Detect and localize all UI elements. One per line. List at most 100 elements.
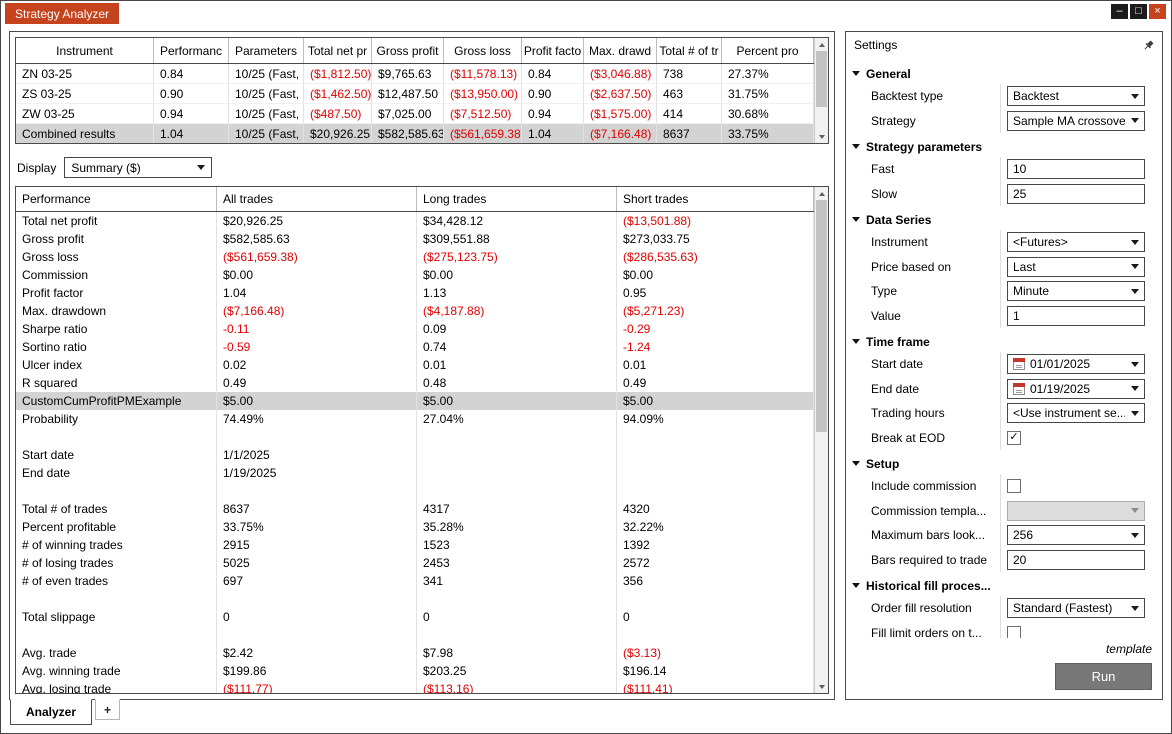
close-button[interactable]: ×: [1149, 4, 1166, 19]
table-row[interactable]: # of losing trades 5025 2453 2572: [16, 554, 814, 572]
settings-section-setup[interactable]: Setup: [852, 453, 1152, 474]
cell: 30.68%: [722, 104, 814, 124]
column-header[interactable]: Max. drawd: [584, 38, 657, 63]
table-header-row: Performance All trades Long trades Short tr…: [16, 187, 814, 212]
table-row[interactable]: Avg. winning trade $199.86 $203.25 $196.14: [16, 662, 814, 680]
template-link[interactable]: template: [1106, 642, 1152, 656]
column-header[interactable]: Parameters: [229, 38, 304, 63]
table-row[interactable]: CustomCumProfitPMExample $5.00 $5.00 $5.00: [16, 392, 814, 410]
settings-section-historical-fill-proces[interactable]: Historical fill proces...: [852, 575, 1152, 596]
scroll-up-button[interactable]: [815, 187, 828, 200]
price-based-on-dropdown[interactable]: Last: [1007, 256, 1145, 277]
run-button[interactable]: Run: [1055, 663, 1152, 690]
value-input[interactable]: 1: [1007, 305, 1145, 326]
column-header[interactable]: Total # of tr: [657, 38, 722, 63]
settings-section-data-series[interactable]: Data Series: [852, 209, 1152, 230]
table-row[interactable]: # of winning trades 2915 1523 1392: [16, 536, 814, 554]
break-at-eod-checkbox[interactable]: ✓: [1007, 430, 1021, 445]
scroll-down-button[interactable]: [815, 130, 828, 143]
start-date-picker[interactable]: 01/01/2025: [1007, 354, 1145, 375]
include-commission-checkbox[interactable]: [1007, 479, 1021, 494]
trading-hours-dropdown[interactable]: <Use instrument se...: [1007, 403, 1145, 424]
table-row[interactable]: Gross loss ($561,659.38) ($275,123.75) ($28…: [16, 248, 814, 266]
type-dropdown[interactable]: Minute: [1007, 281, 1145, 302]
slow-input[interactable]: 25: [1007, 183, 1145, 204]
tab-analyzer[interactable]: Analyzer: [10, 699, 93, 725]
end-date-picker[interactable]: 01/19/2025: [1007, 378, 1145, 399]
vertical-scrollbar[interactable]: [814, 187, 828, 693]
table-row[interactable]: Commission $0.00 $0.00 $0.00: [16, 266, 814, 284]
fill-limit-orders-checkbox[interactable]: [1007, 625, 1021, 638]
cell: -0.11: [217, 320, 417, 338]
scrollbar-thumb[interactable]: [816, 200, 827, 432]
arrow-up-icon: [818, 191, 825, 196]
cell: [617, 446, 814, 464]
add-tab-button[interactable]: +: [95, 699, 121, 720]
strategy-dropdown[interactable]: Sample MA crossover: [1007, 110, 1145, 131]
column-header[interactable]: Long trades: [417, 187, 617, 211]
scrollbar-thumb[interactable]: [816, 51, 827, 107]
display-dropdown-value: Summary ($): [71, 160, 141, 175]
table-row[interactable]: ZS 03-25 0.90 10/25 (Fast, ($1,462.50) $12,4…: [16, 84, 814, 104]
column-header[interactable]: Performance: [16, 187, 217, 211]
column-header[interactable]: Total net pr: [304, 38, 372, 63]
column-header[interactable]: Percent pro: [722, 38, 814, 63]
table-row[interactable]: Probability 74.49% 27.04% 94.09%: [16, 410, 814, 428]
table-row[interactable]: Avg. losing trade ($111.77) ($113.16) ($111…: [16, 680, 814, 693]
table-row[interactable]: Avg. trade $2.42 $7.98 ($3.13): [16, 644, 814, 662]
settings-section-general[interactable]: General: [852, 63, 1152, 84]
table-row[interactable]: Total # of trades 8637 4317 4320: [16, 500, 814, 518]
pin-icon[interactable]: [1143, 40, 1154, 51]
minimize-button[interactable]: –: [1111, 4, 1128, 19]
bars-required-to-trade-input[interactable]: 20: [1007, 549, 1145, 570]
table-row[interactable]: Ulcer index 0.02 0.01 0.01: [16, 356, 814, 374]
window-title-tab[interactable]: Strategy Analyzer: [5, 3, 120, 24]
table-row[interactable]: End date 1/19/2025: [16, 464, 814, 482]
instrument-dropdown[interactable]: <Futures>: [1007, 232, 1145, 253]
table-row[interactable]: Max. drawdown ($7,166.48) ($4,187.88) ($5,2…: [16, 302, 814, 320]
vertical-scrollbar[interactable]: [814, 38, 828, 143]
cell: [617, 464, 814, 482]
column-header[interactable]: Gross loss: [444, 38, 522, 63]
table-row[interactable]: # of even trades 697 341 356: [16, 572, 814, 590]
backtest-type-dropdown[interactable]: Backtest: [1007, 86, 1145, 107]
column-header[interactable]: Gross profit: [372, 38, 444, 63]
cell: 4317: [417, 500, 617, 518]
table-row[interactable]: Profit factor 1.04 1.13 0.95: [16, 284, 814, 302]
column-header[interactable]: Performanc: [154, 38, 229, 63]
settings-section-time-frame[interactable]: Time frame: [852, 331, 1152, 352]
table-row[interactable]: ZW 03-25 0.94 10/25 (Fast, ($487.50) $7,025.…: [16, 104, 814, 124]
order-fill-resolution-dropdown[interactable]: Standard (Fastest): [1007, 598, 1145, 619]
table-row[interactable]: Start date 1/1/2025: [16, 446, 814, 464]
cell: -0.29: [617, 320, 814, 338]
table-row[interactable]: Percent profitable 33.75% 35.28% 32.22%: [16, 518, 814, 536]
column-header[interactable]: All trades: [217, 187, 417, 211]
column-header[interactable]: Instrument: [16, 38, 154, 63]
maximize-button[interactable]: □: [1130, 4, 1147, 19]
table-row[interactable]: Gross profit $582,585.63 $309,551.88 $273,0…: [16, 230, 814, 248]
column-header[interactable]: Profit facto: [522, 38, 584, 63]
table-row[interactable]: [16, 626, 814, 644]
display-dropdown[interactable]: Summary ($): [64, 157, 213, 178]
table-row[interactable]: Total slippage 0 0 0: [16, 608, 814, 626]
table-row[interactable]: R squared 0.49 0.48 0.49: [16, 374, 814, 392]
cell: # of losing trades: [16, 554, 217, 572]
fast-input[interactable]: 10: [1007, 159, 1145, 180]
table-row[interactable]: Combined results 1.04 10/25 (Fast, $20,926.…: [16, 124, 814, 143]
column-header[interactable]: Short trades: [617, 187, 814, 211]
table-row[interactable]: [16, 428, 814, 446]
maximum-bars-lookback-dropdown[interactable]: 256: [1007, 525, 1145, 546]
cell: Avg. winning trade: [16, 662, 217, 680]
settings-section-strategy-parameters[interactable]: Strategy parameters: [852, 136, 1152, 157]
dropdown-value: <Use instrument se...: [1013, 406, 1125, 421]
table-row[interactable]: ZN 03-25 0.84 10/25 (Fast, ($1,812.50) $9,76…: [16, 64, 814, 84]
scroll-up-button[interactable]: [815, 38, 828, 51]
scrollbar-track[interactable]: [815, 200, 828, 680]
scrollbar-track[interactable]: [815, 51, 828, 130]
table-row[interactable]: [16, 590, 814, 608]
table-row[interactable]: Sortino ratio -0.59 0.74 -1.24: [16, 338, 814, 356]
scroll-down-button[interactable]: [815, 680, 828, 693]
table-row[interactable]: Total net profit $20,926.25 $34,428.12 ($13…: [16, 212, 814, 230]
table-row[interactable]: [16, 482, 814, 500]
table-row[interactable]: Sharpe ratio -0.11 0.09 -0.29: [16, 320, 814, 338]
